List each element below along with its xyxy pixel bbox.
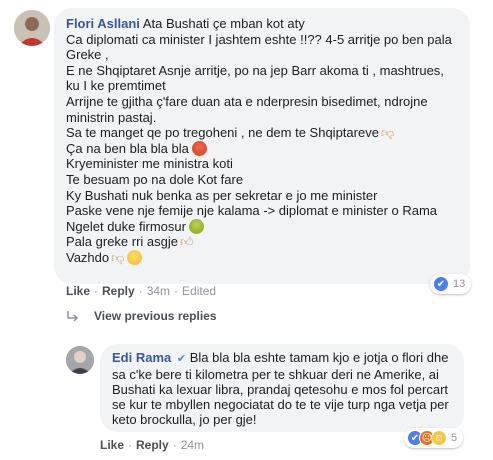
reply-actions: Like · Reply · 24m (100, 438, 204, 452)
comment-line: Paske vene nje femije nje kalama -> dipl… (66, 203, 438, 219)
comment-line: Te besuam po na dole Kot fare (66, 171, 244, 187)
timestamp[interactable]: 34m (147, 284, 170, 298)
comment-actions: Like · Reply · 34m · Edited (66, 284, 216, 298)
thumbs-up-icon: 👍︎ (180, 234, 194, 250)
nauseated-face-icon (188, 218, 204, 234)
verified-badge-icon: ✔ (176, 353, 187, 365)
like-icon: ✔ (433, 276, 449, 292)
separator: · (128, 438, 133, 452)
comment-line: E ne Shqiptaret Asnje arritje, po na jep… (66, 62, 444, 78)
timestamp[interactable]: 24m (181, 438, 204, 452)
comment-bubble: Flori Asllani Ata Bushati çe mban kot at… (54, 8, 470, 284)
angry-face-icon (191, 140, 207, 156)
comment-line: Greke , (66, 47, 109, 63)
comment-line: ku I ke premtimet (66, 78, 166, 94)
view-previous-replies[interactable]: View previous replies (66, 309, 217, 323)
comment-line: Pala greke rri asgje (66, 234, 178, 250)
thumbs-down-icon: 👎︎ (380, 125, 395, 141)
separator: · (174, 284, 179, 298)
comment-line: Sa te manget qe po tregoheni , ne dem te… (66, 125, 379, 141)
comment-line-with-emoji: Ngelet duke firmosur (66, 218, 458, 235)
comment-line-with-emoji: Vazhdo 👎︎ (66, 249, 458, 266)
reaction-count: 13 (453, 278, 466, 290)
comment-reactions[interactable]: ✔ 13 (430, 274, 472, 294)
comment-author[interactable]: Flori Asllani (66, 16, 140, 31)
smiling-face-icon (127, 249, 143, 265)
haha-icon: ☺ (431, 430, 447, 446)
reaction-count: 5 (451, 432, 458, 444)
avatar[interactable] (66, 346, 94, 374)
comment-first-line: Flori Asllani Ata Bushati çe mban kot at… (66, 16, 458, 32)
reply-bubble: Edi Rama ✔ Bla bla bla eshte tamam kjo e… (100, 344, 464, 432)
comment-line-with-emoji: Sa te manget qe po tregoheni , ne dem te… (66, 125, 458, 141)
like-link[interactable]: Like (100, 438, 124, 452)
comment-line: Vazhdo (66, 249, 110, 265)
like-link[interactable]: Like (66, 284, 90, 298)
reply-link[interactable]: Reply (136, 438, 169, 452)
comment-line: ministrin pastaj. (66, 109, 157, 125)
comment-line: Kryeminister me ministra koti (66, 156, 233, 172)
comment-line: Ca diplomati ca minister I jashtem eshte… (66, 31, 452, 47)
reply-arrow-icon (67, 311, 79, 322)
thumbs-down-icon: 👎︎ (111, 249, 125, 265)
avatar[interactable] (14, 10, 50, 46)
comment-line: Arrijne te gjitha ç'fare duan ata e nder… (66, 93, 428, 109)
comment-line: Ngelet duke firmosur (66, 218, 186, 234)
reply-text-block: Edi Rama ✔ Bla bla bla eshte tamam kjo e… (112, 350, 452, 427)
edited-label[interactable]: Edited (182, 284, 216, 298)
reply-link[interactable]: Reply (102, 284, 135, 298)
comment-line: Ata Bushati çe mban kot aty (142, 16, 305, 31)
comment-line-with-emoji: Pala greke rri asgje 👍︎ (66, 234, 458, 250)
separator: · (138, 284, 143, 298)
separator: · (94, 284, 99, 298)
reply-reactions[interactable]: ✔ ☹ ☺ 5 (404, 428, 464, 448)
comment-line-with-emoji: Ça na ben bla bla bla (66, 140, 458, 157)
reply-author[interactable]: Edi Rama (112, 350, 171, 365)
comment-line: Ky Bushati nuk benka as per sekretar e j… (66, 187, 378, 203)
separator: · (172, 438, 177, 452)
view-previous-label: View previous replies (94, 309, 217, 323)
comment-line: Ça na ben bla bla bla (66, 140, 189, 156)
